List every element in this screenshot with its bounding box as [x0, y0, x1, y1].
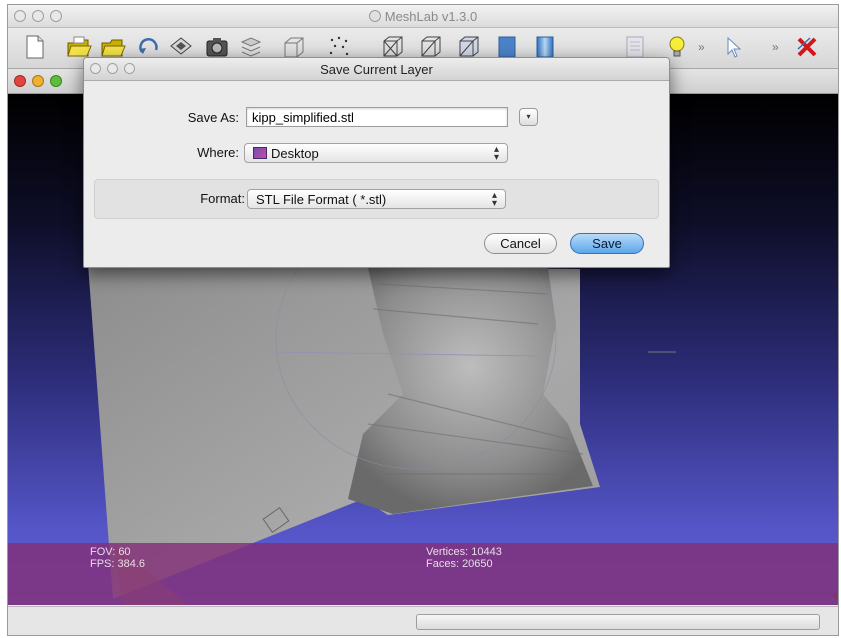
window-title-bar[interactable]: MeshLab v1.3.0: [8, 5, 838, 28]
where-label: Where:: [197, 145, 239, 160]
new-document-icon[interactable]: [22, 34, 48, 60]
status-bar: [8, 606, 838, 635]
dialog-title: Save Current Layer: [320, 62, 433, 77]
info-panel: FOV: 60 FPS: 384.6 Vertices: 10443 Faces…: [8, 543, 838, 605]
light-bulb-icon[interactable]: [664, 34, 690, 60]
where-value: Desktop: [271, 146, 319, 161]
filename-field[interactable]: kipp_simplified.stl: [246, 107, 508, 127]
toolbar-overflow-button-1[interactable]: »: [698, 40, 705, 54]
format-label: Format:: [200, 191, 245, 206]
window-title-text: MeshLab v1.3.0: [384, 9, 478, 24]
meshlab-logo-icon: [368, 10, 381, 22]
select-icon[interactable]: [720, 34, 746, 60]
chevron-down-icon: ▾: [526, 112, 531, 121]
desktop-folder-icon: [253, 147, 267, 159]
toolbar-overflow-button-2[interactable]: »: [772, 40, 779, 54]
format-value: STL File Format ( *.stl): [256, 192, 387, 207]
format-panel: Format: STL File Format ( *.stl) ▴ ▾: [94, 179, 659, 219]
save-button[interactable]: Save: [570, 233, 644, 254]
faces-readout: Faces: 20650: [426, 558, 493, 570]
expand-dialog-button[interactable]: ▾: [519, 108, 538, 126]
popup-arrows-icon: ▴ ▾: [493, 144, 500, 163]
dialog-title-bar[interactable]: Save Current Layer: [84, 58, 669, 81]
save-as-label: Save As:: [187, 110, 239, 125]
popup-arrows-icon: ▴ ▾: [491, 190, 498, 209]
window-title: MeshLab v1.3.0: [8, 9, 838, 24]
vertices-readout: Vertices: 10443: [426, 546, 502, 558]
layer-close-button[interactable]: [14, 75, 26, 87]
format-popup[interactable]: STL File Format ( *.stl) ▴ ▾: [247, 189, 506, 209]
fps-readout: FPS: 384.6: [90, 558, 146, 570]
layer-minimize-button[interactable]: [32, 75, 44, 87]
layer-zoom-button[interactable]: [50, 75, 62, 87]
delete-icon[interactable]: [794, 34, 820, 60]
cancel-button[interactable]: Cancel: [484, 233, 557, 254]
progress-bar: [416, 614, 820, 630]
save-layer-dialog: Save Current Layer Save As: kipp_simplif…: [83, 57, 670, 268]
fov-readout: FOV: 60: [90, 546, 131, 558]
where-popup[interactable]: Desktop ▴ ▾: [244, 143, 508, 163]
